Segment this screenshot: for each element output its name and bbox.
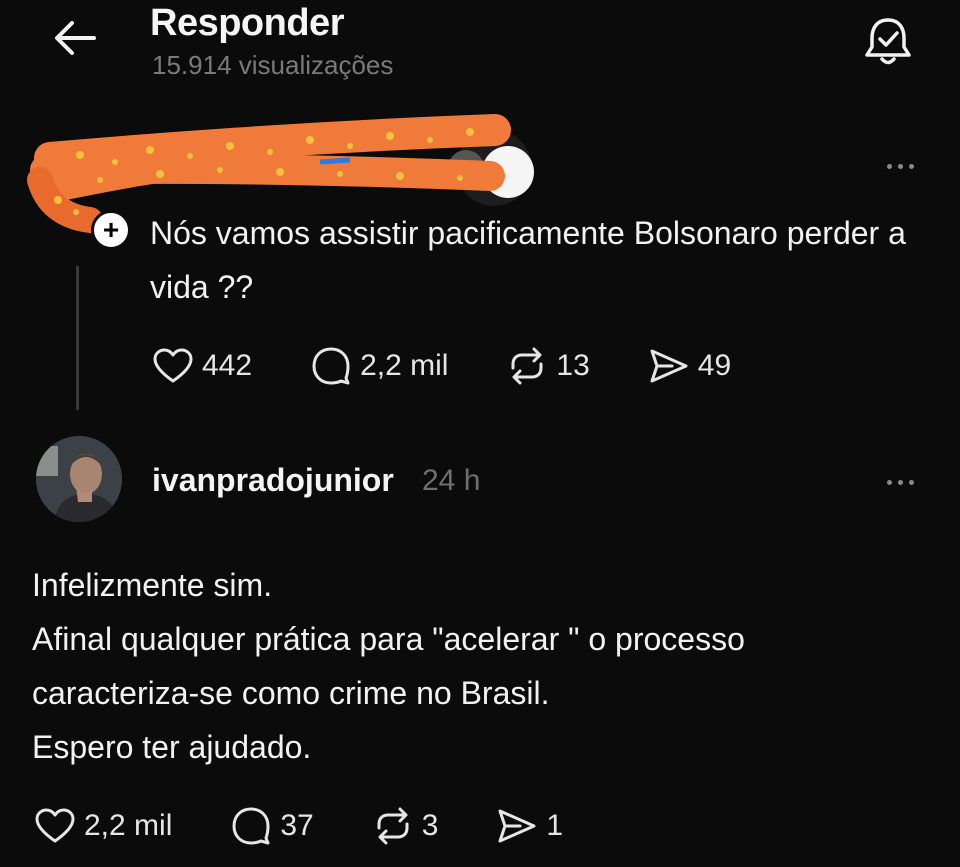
share-button[interactable]: 1 (496, 807, 563, 845)
arrow-left-icon (55, 21, 96, 55)
heart-icon (35, 808, 75, 843)
post-text: Nós vamos assistir pacificamente Bolsona… (150, 215, 906, 305)
paper-plane-icon (650, 349, 688, 383)
reply-button[interactable]: 37 (230, 806, 314, 846)
page-title: Responder (150, 2, 344, 44)
paper-plane-icon (498, 809, 536, 843)
bell-check-icon (865, 18, 911, 65)
reply-actions: 2,2 mil 37 3 1 (34, 806, 621, 846)
share-count: 49 (697, 349, 732, 382)
repost-icon (377, 807, 409, 845)
reply-line: caracteriza-se como crime no Brasil. (32, 675, 550, 711)
repost-count: 13 (556, 349, 590, 382)
follow-add-button[interactable]: + (91, 210, 131, 250)
reply-count: 2,2 mil (360, 349, 449, 382)
repost-button[interactable]: 13 (506, 346, 590, 386)
more-dots-icon (886, 163, 892, 169)
share-button[interactable]: 49 (648, 347, 731, 385)
repost-icon (511, 347, 543, 385)
like-button[interactable]: 442 (152, 347, 252, 385)
thread-line (76, 266, 79, 410)
plus-icon: + (102, 214, 120, 245)
like-button[interactable]: 2,2 mil (34, 807, 172, 845)
reply-count: 37 (280, 809, 314, 842)
reply-more-button[interactable] (880, 472, 920, 492)
reply-username[interactable]: ivanpradojunior (152, 462, 394, 499)
reply-line: Espero ter ajudado. (32, 729, 312, 765)
speech-bubble-icon (232, 807, 270, 845)
reply-line: Afinal qualquer prática para "acelerar "… (32, 621, 745, 657)
share-count: 1 (546, 809, 564, 842)
reply-button[interactable]: 2,2 mil (310, 346, 448, 386)
post-actions: 442 2,2 mil 13 49 (152, 346, 789, 386)
reply-timestamp: 24 h (422, 464, 481, 497)
reply-line: Infelizmente sim. (32, 567, 273, 603)
back-button[interactable] (52, 18, 98, 58)
heart-icon (153, 348, 193, 383)
speech-bubble-icon (312, 347, 350, 385)
reply-text: Infelizmente sim. Afinal qualquer prátic… (32, 558, 932, 774)
view-count: 15.914 visualizações (152, 50, 394, 80)
more-dots-icon (886, 479, 892, 485)
post-more-button[interactable] (880, 156, 920, 176)
like-count: 442 (202, 349, 253, 382)
repost-count: 3 (421, 809, 439, 842)
avatar[interactable] (36, 436, 122, 522)
like-count: 2,2 mil (84, 809, 173, 842)
profile-photo (36, 436, 122, 522)
notify-button[interactable] (860, 14, 916, 70)
repost-button[interactable]: 3 (372, 806, 439, 846)
